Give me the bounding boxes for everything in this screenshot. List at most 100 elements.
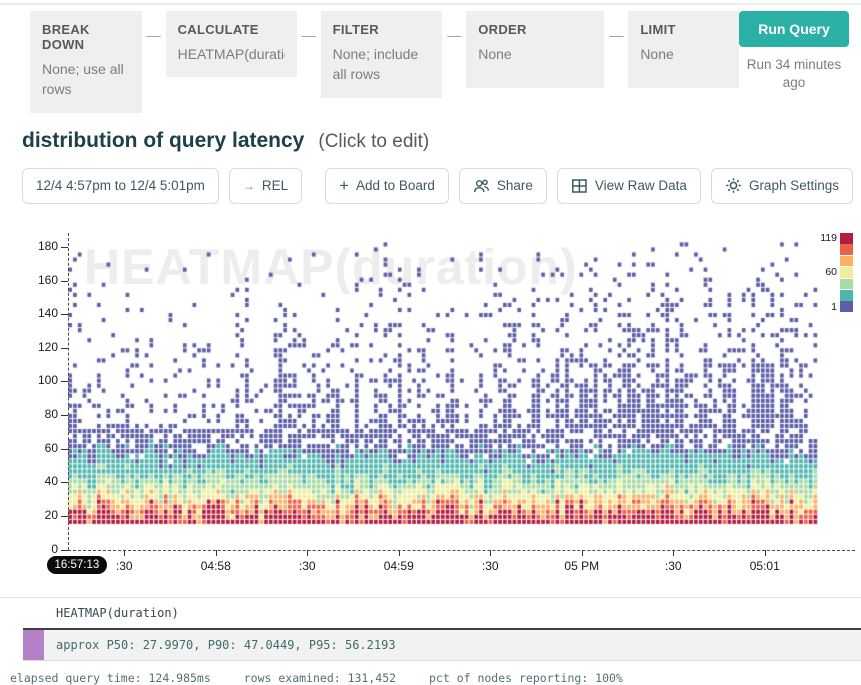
rel-time-button[interactable]: → REL: [229, 168, 302, 204]
share-icon: [473, 178, 490, 194]
x-tick-mark: [307, 550, 308, 556]
arrow-right-icon: →: [243, 179, 255, 193]
nodes-reporting-stat: pct of nodes reporting: 100%: [429, 671, 623, 685]
y-tick-label: 180: [0, 239, 58, 253]
time-cursor-badge: 16:57:13: [47, 556, 108, 574]
y-tick-label: 60: [0, 441, 58, 455]
add-to-board-label: Add to Board: [356, 178, 435, 193]
query-step-order[interactable]: ORDER None: [466, 11, 604, 88]
legend-swatch: [840, 267, 853, 278]
x-tick-mark: [582, 550, 583, 556]
share-button[interactable]: Share: [459, 168, 547, 204]
click-to-edit-hint[interactable]: (Click to edit): [318, 131, 429, 153]
step-value: None: [640, 44, 727, 64]
y-tick-mark: [61, 314, 68, 315]
query-step-calculate[interactable]: CALCULATE HEATMAP(duration): [166, 11, 297, 77]
view-raw-data-label: View Raw Data: [595, 178, 687, 193]
y-tick-label: 40: [0, 474, 58, 488]
title-row: distribution of query latency (Click to …: [0, 129, 861, 153]
legend-swatch: [840, 279, 853, 290]
add-to-board-button[interactable]: + Add to Board: [325, 168, 449, 204]
legend-row: [820, 244, 853, 255]
x-tick-label: :30: [665, 559, 682, 573]
y-tick-mark: [61, 482, 68, 483]
x-tick-mark: [124, 550, 125, 556]
page-title[interactable]: distribution of query latency: [22, 129, 304, 153]
x-tick-label: :30: [116, 559, 133, 573]
graph-settings-label: Graph Settings: [749, 178, 839, 193]
x-tick-label: :30: [482, 559, 499, 573]
grid-icon: [571, 178, 588, 194]
run-query-button[interactable]: Run Query: [739, 11, 849, 47]
step-value: None: [478, 44, 592, 64]
y-tick-label: 140: [0, 306, 58, 320]
rows-examined-stat: rows examined: 131,452: [244, 671, 396, 685]
legend-count-label: 1: [831, 301, 837, 313]
share-label: Share: [497, 178, 533, 193]
results-table: HEATMAP(duration) approx P50: 27.9970, P…: [0, 597, 861, 661]
x-axis-line: [68, 550, 855, 551]
x-tick-label: 05 PM: [564, 559, 599, 573]
table-row[interactable]: approx P50: 27.9970, P90: 47.0449, P95: …: [23, 630, 861, 661]
query-step-breakdown[interactable]: BREAK DOWN None; use all rows: [30, 11, 142, 113]
percentile-summary: approx P50: 27.9970, P90: 47.0449, P95: …: [44, 630, 396, 660]
x-tick-label: :30: [299, 559, 316, 573]
graph-toolbar: 12/4 4:57pm to 12/4 5:01pm → REL + Add t…: [0, 168, 861, 204]
series-swatch: [23, 630, 44, 660]
step-label: CALCULATE: [178, 22, 285, 37]
step-separator: —: [447, 27, 461, 43]
y-tick-label: 0: [0, 542, 58, 556]
time-range-button[interactable]: 12/4 4:57pm to 12/4 5:01pm: [22, 168, 219, 204]
legend-row: 60: [820, 267, 853, 278]
x-tick-mark: [765, 550, 766, 556]
legend-row: [820, 290, 853, 301]
legend-row: 1: [820, 301, 853, 312]
step-value: HEATMAP(duration): [178, 44, 285, 64]
last-run-caption: Run 34 minutes ago: [739, 56, 849, 91]
y-tick-mark: [61, 247, 68, 248]
legend-swatch: [840, 301, 853, 312]
query-step-limit[interactable]: LIMIT None: [628, 11, 739, 88]
query-step-filter[interactable]: FILTER None; include all rows: [321, 11, 443, 98]
legend-count-label: 119: [820, 232, 837, 244]
results-column-header: HEATMAP(duration): [23, 598, 861, 630]
gear-icon: [725, 177, 742, 194]
step-label: FILTER: [333, 22, 431, 37]
y-tick-mark: [61, 449, 68, 450]
legend-count-label: 60: [825, 266, 837, 278]
step-label: BREAK DOWN: [42, 22, 130, 52]
heatmap-chart: HEATMAP(duration) 119601 020406080100120…: [0, 212, 861, 584]
legend-swatch: [840, 256, 853, 267]
view-raw-data-button[interactable]: View Raw Data: [557, 168, 701, 204]
query-builder: BREAK DOWN None; use all rows — CALCULAT…: [0, 5, 861, 113]
legend-row: [820, 278, 853, 289]
x-tick-label: 04:58: [201, 559, 231, 573]
x-tick-label: 04:59: [384, 559, 414, 573]
step-value: None; include all rows: [333, 44, 431, 85]
y-tick-mark: [61, 550, 68, 551]
x-tick-mark: [673, 550, 674, 556]
legend-swatch: [840, 290, 853, 301]
step-label: LIMIT: [640, 22, 727, 37]
y-axis-line: [68, 233, 69, 550]
time-range-label: 12/4 4:57pm to 12/4 5:01pm: [36, 178, 205, 193]
y-tick-mark: [61, 516, 68, 517]
x-tick-mark: [399, 550, 400, 556]
x-tick-mark: [490, 550, 491, 556]
y-tick-mark: [61, 348, 68, 349]
step-value: None; use all rows: [42, 59, 130, 100]
query-stats-footer: elapsed query time: 124.985ms rows exami…: [10, 671, 861, 685]
heatmap-canvas[interactable]: [68, 239, 818, 550]
x-tick-mark: [216, 550, 217, 556]
legend-swatch: [840, 244, 853, 255]
heatmap-legend: 119 60 1: [820, 233, 853, 313]
graph-settings-button[interactable]: Graph Settings: [711, 168, 853, 204]
legend-row: [820, 255, 853, 266]
run-query-area: Run Query Run 34 minutes ago: [739, 11, 849, 91]
rel-label: REL: [262, 178, 288, 193]
step-separator: —: [302, 27, 316, 43]
elapsed-time-stat: elapsed query time: 124.985ms: [10, 671, 211, 685]
y-tick-mark: [61, 281, 68, 282]
y-tick-label: 100: [0, 373, 58, 387]
y-tick-label: 160: [0, 273, 58, 287]
